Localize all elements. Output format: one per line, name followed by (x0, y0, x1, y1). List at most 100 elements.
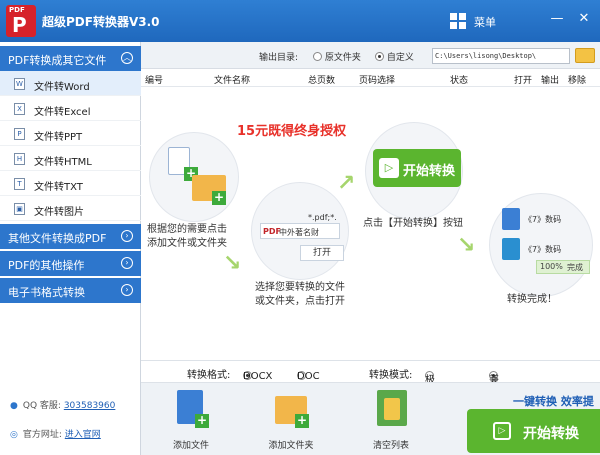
output-path-field[interactable]: C:\Users\lisong\Desktop\ (432, 48, 570, 64)
image-icon: ▣ (14, 203, 25, 215)
clear-list-button[interactable]: 清空列表 (361, 388, 421, 452)
sidebar-cat-label: 其他文件转换成PDF (8, 232, 107, 245)
qq-icon: ● (10, 401, 18, 411)
add-file-label: 添加文件 (172, 441, 209, 451)
file-list-area[interactable]: + + 根据您的需要点击 添加文件或文件夹 ↘ 15元既得终身授权 PDF 中外… (141, 87, 600, 355)
step2-line2: 或文件夹，点击打开 (255, 296, 345, 307)
step2-line1: 选择您要转换的文件 (255, 282, 345, 293)
sidebar-cat-label: PDF的其他操作 (8, 259, 85, 272)
sidebar-cat-pdf-to-other[interactable]: PDF转换成其它文件 ︿ (0, 46, 141, 71)
sidebar-item-excel[interactable]: X 文件转Excel (0, 96, 141, 121)
sidebar-item-word[interactable]: W 文件转Word (0, 71, 141, 96)
app-title: 超级PDF转换器V3.0 (42, 15, 160, 29)
plus-icon: + (212, 190, 226, 205)
step2-text: 选择您要转换的文件 或文件夹，点击打开 (255, 281, 345, 309)
col-filename: 文件名称 (214, 76, 251, 86)
radio-original-folder[interactable]: 原文件夹 (313, 50, 361, 63)
play-icon: ▷ (379, 158, 399, 178)
txt-icon: T (14, 178, 25, 190)
chevron-right-icon: › (121, 257, 133, 269)
bottom-toolbar: + 添加文件 + 添加文件夹 清空列表 一键转换 效率提 ▷ 开始转换 (141, 382, 600, 455)
sidebar-cat-pdf-ops[interactable]: PDF的其他操作 › (0, 251, 141, 276)
sidebar-cat-ebook[interactable]: 电子书格式转换 › (0, 278, 141, 303)
radio-icon (313, 52, 322, 61)
qq-label: QQ 客服: (22, 401, 61, 411)
grid-icon[interactable] (450, 13, 466, 29)
demo-row-2: 《7》数码 (524, 245, 562, 254)
start-convert-button[interactable]: ▷ 开始转换 (467, 409, 600, 453)
app-logo: PDF P (6, 5, 36, 37)
add-file-icon: + (175, 390, 209, 428)
site-link[interactable]: 进入官网 (65, 430, 101, 440)
sidebar-item-txt[interactable]: T 文件转TXT (0, 171, 141, 196)
sidebar-item-label: 文件转图片 (34, 207, 84, 218)
logo-symbol: P (12, 13, 27, 37)
chevron-up-icon: ︿ (121, 52, 133, 64)
browse-folder-icon[interactable] (575, 48, 595, 63)
demo-row-1: 《7》数码 (524, 215, 562, 224)
step1-text: 根据您的需要点击 添加文件或文件夹 (147, 223, 227, 251)
sidebar-item-label: 文件转TXT (34, 182, 83, 193)
word-icon: W (14, 78, 25, 90)
add-folder-label: 添加文件夹 (268, 441, 314, 451)
dialog-filename-row: PDF 中外著名财 (260, 223, 340, 239)
sidebar-item-ppt[interactable]: P 文件转PPT (0, 121, 141, 146)
chevron-right-icon: › (121, 284, 133, 296)
arrow-icon: ↗ (337, 171, 356, 196)
col-pages: 总页数 (308, 76, 336, 86)
chevron-right-icon: › (121, 230, 133, 242)
sidebar-item-html[interactable]: H 文件转HTML (0, 146, 141, 171)
demo-progress-done: 完成 (567, 263, 583, 272)
add-folder-icon: + (275, 390, 309, 428)
demo-filename: 中外著名财 (279, 228, 319, 237)
sidebar-cat-other-to-pdf[interactable]: 其他文件转换成PDF › (0, 224, 141, 249)
add-folder-button[interactable]: + 添加文件夹 (261, 388, 321, 452)
col-number: 编号 (145, 76, 164, 86)
globe-icon: ◎ (10, 430, 18, 440)
add-file-button[interactable]: + 添加文件 (161, 388, 221, 452)
radio-icon (375, 52, 384, 61)
demo-progress-bar: 100% 完成 (536, 260, 590, 274)
step4-illustration: 《7》数码 《7》数码 100% 完成 (489, 193, 593, 297)
radio-label: 原文件夹 (324, 53, 361, 63)
promo-text: 15元既得终身授权 (237, 124, 347, 139)
qq-support: ● QQ 客服: 303583960 (10, 398, 115, 411)
radio-label: 自定义 (386, 53, 414, 63)
word-doc-icon (502, 208, 520, 230)
format-bar: 转换格式: DOCX DOC 转换模式: 极速模式 兼容模式 (141, 360, 600, 431)
radio-custom[interactable]: 自定义 (375, 50, 414, 63)
arrow-icon: ↘ (457, 233, 476, 258)
step2-illustration: PDF 中外著名财 *.pdf;*. 打开 (251, 182, 349, 280)
clear-list-label: 清空列表 (372, 441, 409, 451)
minimize-button[interactable]: — (548, 11, 566, 26)
broom-icon (375, 390, 407, 428)
sidebar-item-label: 文件转PPT (34, 132, 83, 143)
sidebar-item-image[interactable]: ▣ 文件转图片 (0, 196, 141, 221)
step1-line2: 添加文件或文件夹 (147, 238, 227, 249)
excel-icon: X (14, 103, 25, 115)
col-open: 打开 (514, 76, 533, 86)
sidebar-item-label: 文件转HTML (34, 157, 92, 168)
demo-progress-value: 100% (540, 262, 563, 271)
output-directory-bar: 输出目录: 原文件夹 自定义 C:\Users\lisong\Desktop\ (141, 42, 600, 69)
step1-illustration: + + (149, 132, 239, 222)
radio-label: DOCX (243, 371, 273, 382)
sidebar-cat-label: 电子书格式转换 (8, 286, 85, 299)
radio-label: DOC (297, 371, 320, 382)
col-status: 状态 (450, 76, 469, 86)
step3-text: 点击【开始转换】按钮 (363, 218, 463, 229)
demo-start-label: 开始转换 (403, 164, 456, 179)
ppt-icon: P (14, 128, 25, 140)
output-label: 输出目录: (259, 53, 299, 63)
close-button[interactable]: ✕ (575, 11, 593, 26)
demo-open-button: 打开 (300, 245, 344, 261)
step1-line1: 根据您的需要点击 (147, 224, 227, 235)
play-icon: ▷ (493, 422, 511, 440)
arrow-icon: ↘ (223, 251, 242, 276)
qq-number-link[interactable]: 303583960 (64, 401, 116, 411)
official-site: ◎ 官方网址: 进入官网 (10, 427, 101, 440)
title-bar: PDF P 超级PDF转换器V3.0 菜单 — ✕ (0, 0, 600, 42)
menu-button[interactable]: 菜单 (474, 14, 496, 30)
slogan-text: 一键转换 效率提 (513, 395, 594, 408)
col-remove: 移除 (568, 76, 587, 86)
